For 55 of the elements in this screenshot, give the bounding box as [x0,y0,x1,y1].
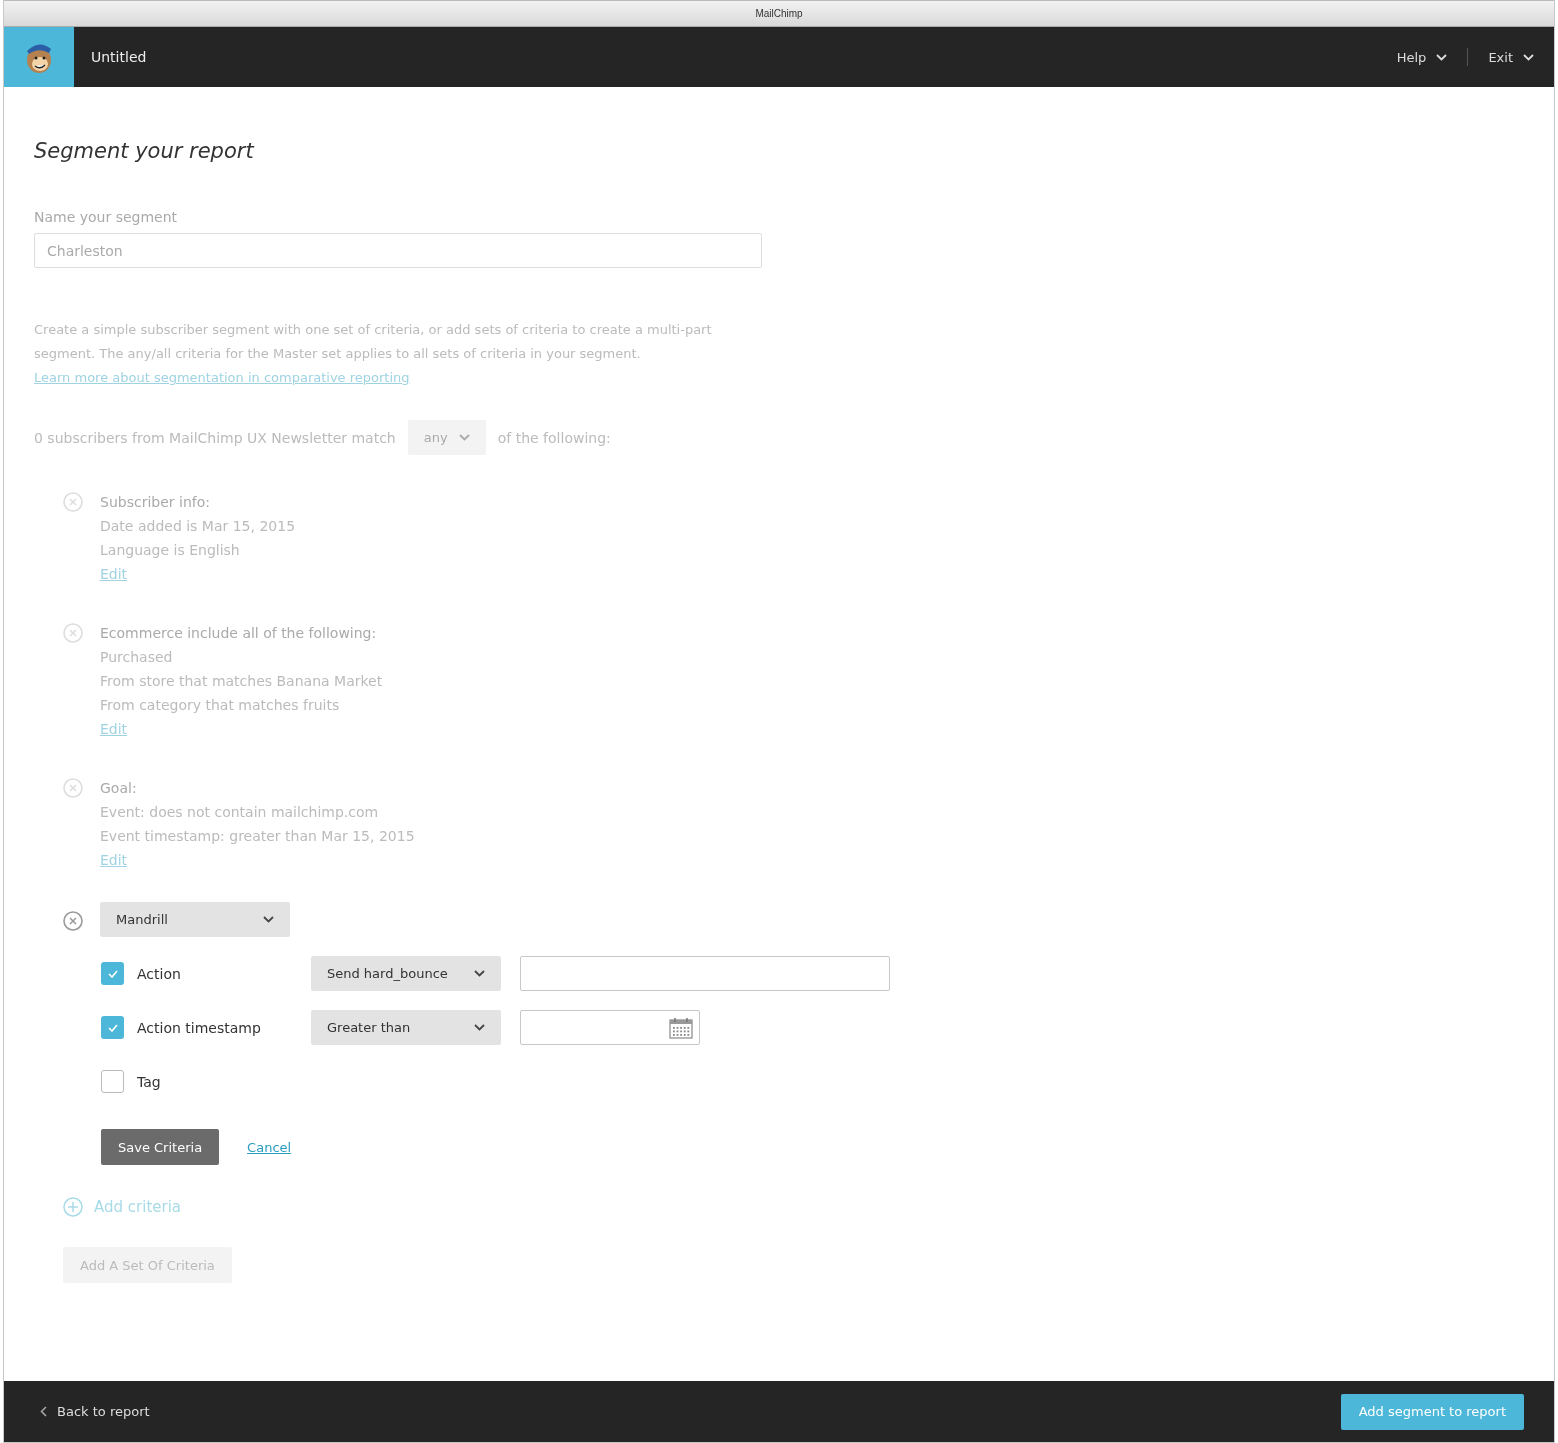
text-field[interactable] [520,956,890,991]
edit-link[interactable]: Edit [100,721,128,737]
chevron-down-icon [458,434,470,441]
calendar-icon[interactable] [669,1016,693,1039]
add-set-button[interactable]: Add A Set Of Criteria [63,1247,232,1283]
criteria-line: Date added is Mar 15, 2015 [100,517,296,536]
header-menu[interactable]: Help [1376,49,1468,65]
checkbox[interactable] [101,962,124,985]
window-title: MailChimp [755,8,803,19]
operator-dropdown[interactable]: Greater than [311,1010,501,1045]
criteria-line: Event: does not contain mailchimp.com [100,803,380,822]
chevron-down-icon [474,1024,485,1031]
edit-link[interactable]: Edit [100,566,128,582]
match-suffix: of the following: [497,429,611,446]
add-criteria-button[interactable]: Add criteria [63,1197,182,1217]
edit-link[interactable]: Edit [100,852,128,868]
operator-dropdown[interactable]: Send hard_bounce [311,956,501,991]
chevron-down-icon [474,970,485,977]
criteria-line: From category that matches fruits [100,696,341,715]
add-segment-button[interactable]: Add segment to report [1340,1393,1524,1430]
remove-icon[interactable] [63,910,83,931]
page-title: Segment your report [34,139,256,163]
header-menu[interactable]: Exit [1468,49,1554,65]
option-label: Action timestamp [137,1019,262,1036]
check-icon [107,1023,118,1032]
chevron-left-icon [40,1406,47,1417]
intro-paragraph: Create a simple subscriber segment with one set of criteria, or add sets of criteria to create a multi-part segment. The any/all criteria for the Master set applies to all sets of criteria in your segment. Learn more about segmentation in comparative reporting [34,321,713,387]
criteria-title: Ecommerce include all of the following: [100,624,378,643]
option-label: Action [137,965,182,982]
plus-circle-icon [63,1197,83,1217]
criteria-title: Goal: [100,779,138,798]
learn-more-link[interactable]: Learn more about segmentation in comparative reporting [34,370,410,385]
option-label: Tag [137,1073,162,1090]
back-link[interactable]: Back to report [34,1403,156,1420]
logo-tile[interactable] [4,27,74,87]
match-dropdown[interactable]: any [407,420,486,455]
segment-name-field[interactable]: Charleston [34,233,762,268]
cancel-link[interactable]: Cancel [247,1139,292,1155]
save-criteria-button[interactable]: Save Criteria [101,1129,220,1165]
chevron-down-icon [1523,53,1534,61]
criteria-line: Language is English [100,541,241,560]
checkbox[interactable] [101,1016,124,1039]
chevron-down-icon [263,916,274,923]
criteria-line: Event timestamp: greater than Mar 15, 2015 [100,827,415,846]
document-title: Untitled [91,49,148,65]
date-field[interactable] [520,1010,700,1045]
criteria-line: From store that matches Banana Market [100,672,383,691]
chevron-down-icon [1436,53,1448,61]
criteria-title: Subscriber info: [100,493,211,512]
checkbox[interactable] [101,1070,124,1093]
match-label: 0 subscribers from MailChimp UX Newsletter match [34,429,396,446]
check-icon [107,969,118,978]
field-label: Name your segment [34,209,179,225]
criteria-line: Purchased [100,648,174,667]
source-dropdown[interactable]: Mandrill [100,902,290,937]
